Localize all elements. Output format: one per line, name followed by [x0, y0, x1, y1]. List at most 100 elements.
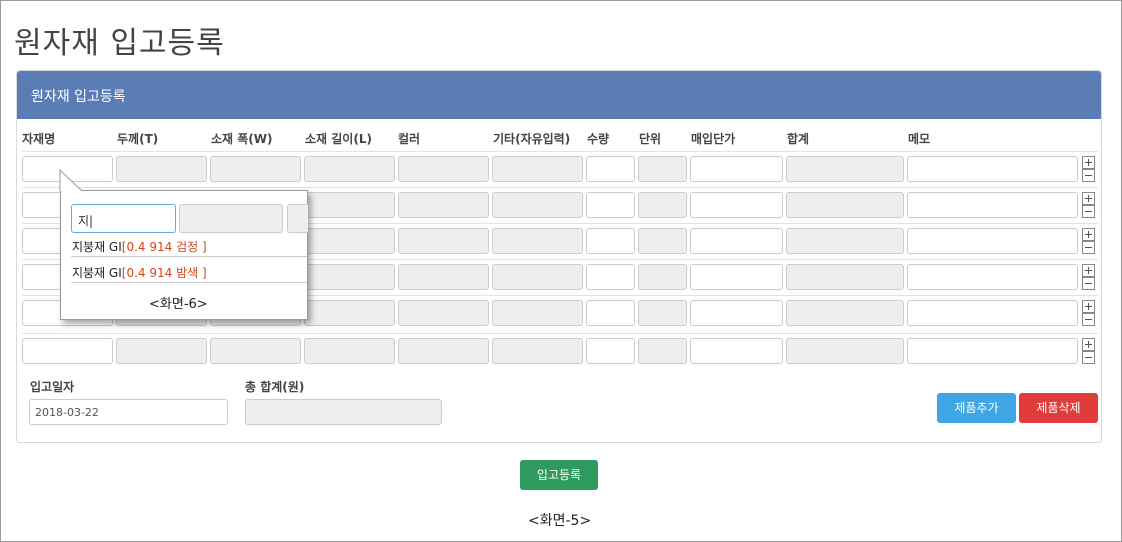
col-unit: 단위 [639, 132, 662, 146]
memo-input[interactable] [907, 264, 1078, 290]
add-product-button[interactable]: 제품추가 [937, 393, 1016, 423]
total-label: 총 합계(원) [245, 380, 305, 394]
sum-field [786, 300, 904, 326]
length-field [304, 338, 395, 364]
add-row-icon[interactable] [1082, 192, 1095, 205]
remove-row-icon[interactable] [1082, 277, 1095, 290]
unit-field [638, 338, 687, 364]
autocomplete-popup: 지| 지붕재 GI[0.4 914 검정 ] 지붕재 GI[0.4 914 밤색… [60, 190, 308, 320]
etc-field [492, 338, 583, 364]
unit-price-input[interactable] [690, 300, 783, 326]
add-row-icon[interactable] [1082, 300, 1095, 313]
length-field [304, 264, 395, 290]
color-field [398, 338, 489, 364]
color-field [398, 264, 489, 290]
unit-field [638, 228, 687, 254]
delete-product-button[interactable]: 제품삭제 [1019, 393, 1098, 423]
unit-price-input[interactable] [690, 228, 783, 254]
register-button[interactable]: 입고등록 [520, 460, 598, 490]
color-field [398, 300, 489, 326]
col-unit-price: 매입단가 [691, 132, 736, 146]
suggestion-spec: [0.4 914 검정 ] [121, 240, 207, 254]
quantity-input[interactable] [586, 300, 635, 326]
memo-input[interactable] [907, 228, 1078, 254]
screen5-caption: <화면-5> [528, 513, 592, 529]
quantity-input[interactable] [586, 338, 635, 364]
col-quantity: 수량 [587, 132, 610, 146]
col-etc: 기타(자유입력) [493, 132, 571, 146]
quantity-input[interactable] [586, 192, 635, 218]
remove-row-icon[interactable] [1082, 351, 1095, 364]
length-field [304, 300, 395, 326]
panel-title: 원자재 입고등록 [31, 89, 126, 105]
page-title: 원자재 입고등록 [14, 26, 225, 61]
memo-input[interactable] [907, 156, 1078, 182]
panel-header: 원자재 입고등록 [17, 71, 1101, 119]
quantity-input[interactable] [586, 228, 635, 254]
thickness-field [116, 338, 207, 364]
sum-field [786, 228, 904, 254]
col-width: 소재 폭(W) [211, 132, 273, 146]
etc-field [492, 192, 583, 218]
color-field [398, 156, 489, 182]
popup-width-field [287, 204, 308, 233]
remove-row-icon[interactable] [1082, 169, 1095, 182]
col-length: 소재 길이(L) [305, 132, 372, 146]
length-field [304, 156, 395, 182]
add-row-icon[interactable] [1082, 156, 1095, 169]
col-color: 컬러 [398, 132, 421, 146]
unit-price-input[interactable] [690, 338, 783, 364]
suggestion-spec: [0.4 914 밤색 ] [121, 266, 207, 280]
etc-field [492, 156, 583, 182]
material-name-input[interactable] [22, 338, 113, 364]
width-field [210, 338, 301, 364]
col-sum: 합계 [787, 132, 810, 146]
unit-field [638, 156, 687, 182]
quantity-input[interactable] [586, 264, 635, 290]
suggestion-name: 지붕재 GI [72, 240, 122, 254]
etc-field [492, 300, 583, 326]
length-field [304, 192, 395, 218]
memo-input[interactable] [907, 192, 1078, 218]
add-row-icon[interactable] [1082, 228, 1095, 241]
material-search-input[interactable]: 지| [71, 204, 176, 233]
width-field [210, 156, 301, 182]
row-divider [22, 333, 1098, 334]
length-field [304, 228, 395, 254]
color-field [398, 228, 489, 254]
popup-thickness-field [179, 204, 283, 233]
row-divider [22, 151, 1098, 152]
date-label: 입고일자 [30, 380, 75, 394]
unit-field [638, 300, 687, 326]
unit-field [638, 264, 687, 290]
memo-input[interactable] [907, 338, 1078, 364]
sum-field [786, 264, 904, 290]
color-field [398, 192, 489, 218]
suggestion-item[interactable]: 지붕재 GI[0.4 914 밤색 ] [71, 259, 307, 283]
suggestion-name: 지붕재 GI [72, 266, 122, 280]
sum-field [786, 192, 904, 218]
memo-input[interactable] [907, 300, 1078, 326]
unit-price-input[interactable] [690, 264, 783, 290]
thickness-field [116, 156, 207, 182]
popup-pointer [59, 169, 83, 192]
unit-field [638, 192, 687, 218]
suggestion-item[interactable]: 지붕재 GI[0.4 914 검정 ] [71, 233, 307, 257]
etc-field [492, 264, 583, 290]
total-field [245, 399, 442, 425]
date-input[interactable]: 2018-03-22 [29, 399, 228, 425]
unit-price-input[interactable] [690, 156, 783, 182]
sum-field [786, 156, 904, 182]
add-row-icon[interactable] [1082, 338, 1095, 351]
unit-price-input[interactable] [690, 192, 783, 218]
sum-field [786, 338, 904, 364]
add-row-icon[interactable] [1082, 264, 1095, 277]
remove-row-icon[interactable] [1082, 205, 1095, 218]
remove-row-icon[interactable] [1082, 313, 1095, 326]
col-thickness: 두께(T) [117, 132, 159, 146]
remove-row-icon[interactable] [1082, 241, 1095, 254]
etc-field [492, 228, 583, 254]
col-memo: 메모 [908, 132, 931, 146]
quantity-input[interactable] [586, 156, 635, 182]
row-divider [22, 187, 1098, 188]
